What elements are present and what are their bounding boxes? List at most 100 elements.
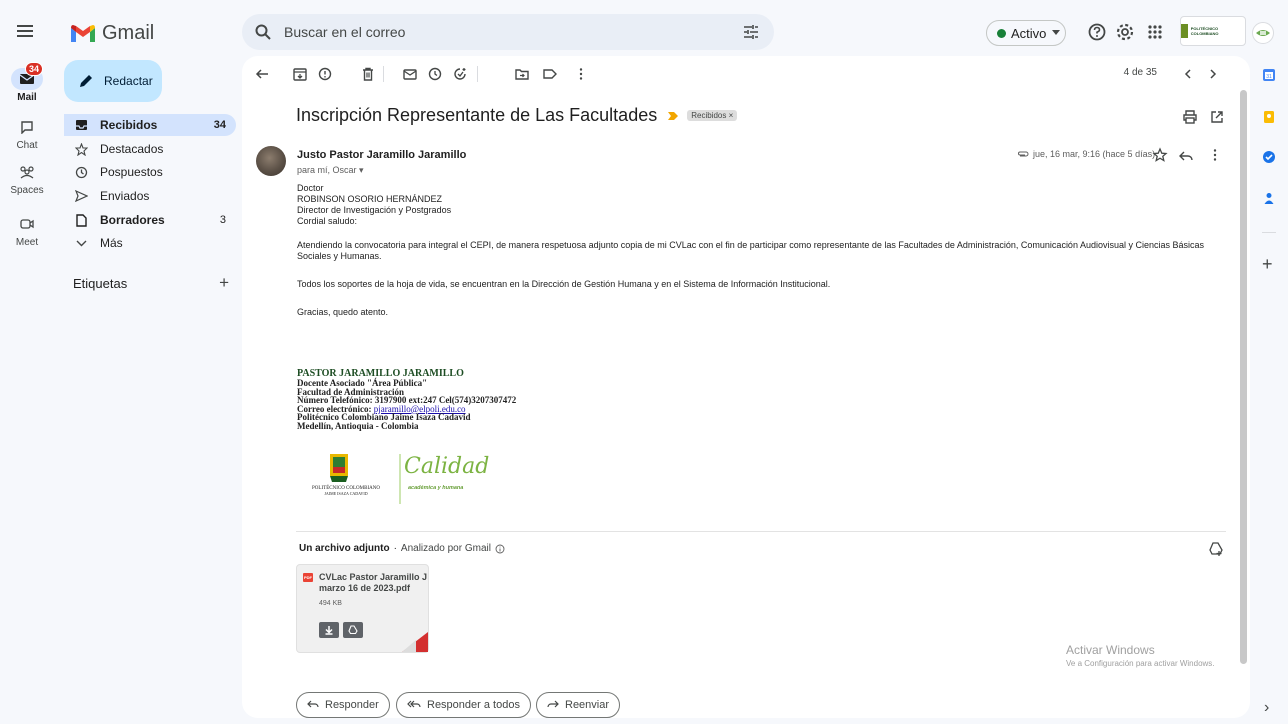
rail-meet[interactable]: Meet: [6, 213, 48, 248]
draft-icon: [76, 213, 87, 227]
open-new-window-button[interactable]: [1209, 109, 1225, 125]
save-all-to-drive-button[interactable]: [1208, 541, 1224, 557]
body-paragraph: Todos los soportes de la hoja de vida, s…: [297, 279, 831, 289]
status-label: Activo: [1011, 25, 1047, 41]
status-selector[interactable]: Activo: [986, 20, 1066, 46]
inbox-label-chip[interactable]: Recibidos ×: [687, 110, 738, 121]
main-menu-button[interactable]: [14, 20, 36, 42]
label-button[interactable]: [542, 66, 558, 82]
print-button[interactable]: [1182, 109, 1198, 125]
compose-label: Redactar: [104, 74, 153, 88]
rail-meet-label: Meet: [15, 237, 39, 248]
reply-label: Responder: [325, 699, 379, 711]
nav-inbox-count: 34: [213, 119, 226, 131]
gmail-logo[interactable]: Gmail: [70, 22, 154, 45]
sender-name[interactable]: Justo Pastor Jaramillo Jaramillo: [297, 149, 466, 161]
add-label-button[interactable]: +: [219, 274, 229, 291]
attachment-card[interactable]: PDF CVLac Pastor Jaramillo J marzo 16 de…: [296, 564, 429, 653]
mark-unread-button[interactable]: [402, 66, 418, 82]
apps-grid-icon: [1148, 25, 1162, 39]
reply-button[interactable]: Responder: [296, 692, 390, 718]
download-attachment-button[interactable]: [319, 622, 339, 638]
account-avatar[interactable]: [1252, 22, 1274, 44]
report-spam-button[interactable]: [317, 66, 333, 82]
nav-inbox[interactable]: Recibidos 34: [64, 114, 236, 136]
add-task-icon: [454, 68, 466, 80]
forward-button[interactable]: Reenviar: [536, 692, 621, 718]
move-to-button[interactable]: [514, 66, 530, 82]
spaces-icon: [20, 166, 34, 179]
search-bar[interactable]: Buscar en el correo: [242, 14, 774, 50]
nav-snoozed[interactable]: Pospuestos: [64, 161, 236, 183]
info-icon[interactable]: [495, 544, 505, 554]
signature-logos: POLITÉCNICO COLOMBIANO JAIME ISAZA CADAV…: [300, 452, 489, 508]
message-scrollbar[interactable]: [1240, 90, 1247, 664]
importance-marker-icon[interactable]: [667, 111, 679, 121]
save-attachment-to-drive-button[interactable]: [343, 622, 363, 638]
chat-icon: [21, 121, 33, 134]
archive-icon: [293, 68, 307, 81]
quality-logo-subtitle: académica y humana: [408, 485, 464, 491]
snooze-button[interactable]: [427, 66, 443, 82]
rail-spaces[interactable]: Spaces: [6, 161, 48, 196]
nav-sent[interactable]: Enviados: [64, 185, 236, 207]
settings-button[interactable]: [1114, 21, 1136, 43]
quality-logo-title: Calidad: [404, 454, 490, 479]
next-button[interactable]: [1205, 66, 1221, 82]
gmail-m-icon: [71, 24, 95, 42]
labels-title: Etiquetas: [73, 276, 128, 291]
chevron-left-icon: [1184, 69, 1191, 79]
star-icon: [1152, 147, 1168, 162]
labels-header: Etiquetas +: [73, 274, 229, 291]
search-input[interactable]: Buscar en el correo: [284, 24, 405, 40]
chevron-right-icon: [1210, 69, 1217, 79]
forward-icon: [547, 700, 559, 708]
show-side-panel-button[interactable]: ›: [1264, 700, 1269, 716]
star-button[interactable]: [1152, 147, 1168, 163]
account-logo-icon: [1256, 30, 1270, 36]
rail-spaces-label: Spaces: [10, 185, 44, 196]
side-panel-divider: [1262, 232, 1276, 233]
toolbar-divider: [477, 66, 478, 82]
message-more-button[interactable]: [1207, 147, 1223, 163]
recipients-toggle[interactable]: para mí, Oscar ▾: [297, 165, 364, 176]
tasks-addon[interactable]: [1262, 150, 1276, 164]
attachment-clip-icon: [1018, 151, 1029, 157]
calendar-addon[interactable]: 31: [1262, 68, 1276, 82]
attachment-count-label: Un archivo adjunto: [299, 543, 390, 554]
star-icon: [74, 142, 88, 156]
organization-logo[interactable]: POLITÉCNICO COLOMBIANO: [1180, 16, 1246, 46]
add-to-tasks-button[interactable]: [452, 66, 468, 82]
compose-button[interactable]: Redactar: [64, 60, 162, 102]
rail-mail[interactable]: 34 Mail: [6, 62, 48, 103]
nav-starred[interactable]: Destacados: [64, 138, 236, 160]
arrow-left-icon: [255, 69, 268, 79]
nav-drafts[interactable]: Borradores 3: [64, 209, 236, 231]
help-button[interactable]: [1086, 21, 1108, 43]
help-icon: [1088, 23, 1106, 41]
reply-all-icon: [407, 700, 421, 708]
rail-chat[interactable]: Chat: [6, 116, 48, 151]
contacts-icon: [1264, 193, 1274, 204]
delete-button[interactable]: [360, 66, 376, 82]
get-addons-button[interactable]: +: [1262, 255, 1273, 273]
reply-icon-button[interactable]: [1178, 147, 1194, 163]
search-options-icon[interactable]: [742, 23, 760, 41]
signature-line: Medellín, Antioquia - Colombia: [297, 420, 419, 431]
watermark-title: Activar Windows: [1066, 643, 1155, 657]
reply-icon: [307, 700, 319, 708]
search-icon[interactable]: [254, 23, 272, 41]
archive-button[interactable]: [292, 66, 308, 82]
back-button[interactable]: [254, 66, 270, 82]
hamburger-icon: [17, 25, 33, 37]
sender-avatar[interactable]: [256, 146, 286, 176]
previous-button[interactable]: [1180, 66, 1196, 82]
apps-button[interactable]: [1144, 21, 1166, 43]
contacts-addon[interactable]: [1262, 191, 1276, 205]
more-actions-button[interactable]: [573, 66, 589, 82]
reply-all-button[interactable]: Responder a todos: [396, 692, 531, 718]
inbox-icon: [75, 120, 87, 130]
nav-more[interactable]: Más: [64, 232, 236, 254]
body-paragraph: Atendiendo la convocatoria para integral…: [297, 240, 1205, 261]
keep-addon[interactable]: [1262, 110, 1276, 124]
